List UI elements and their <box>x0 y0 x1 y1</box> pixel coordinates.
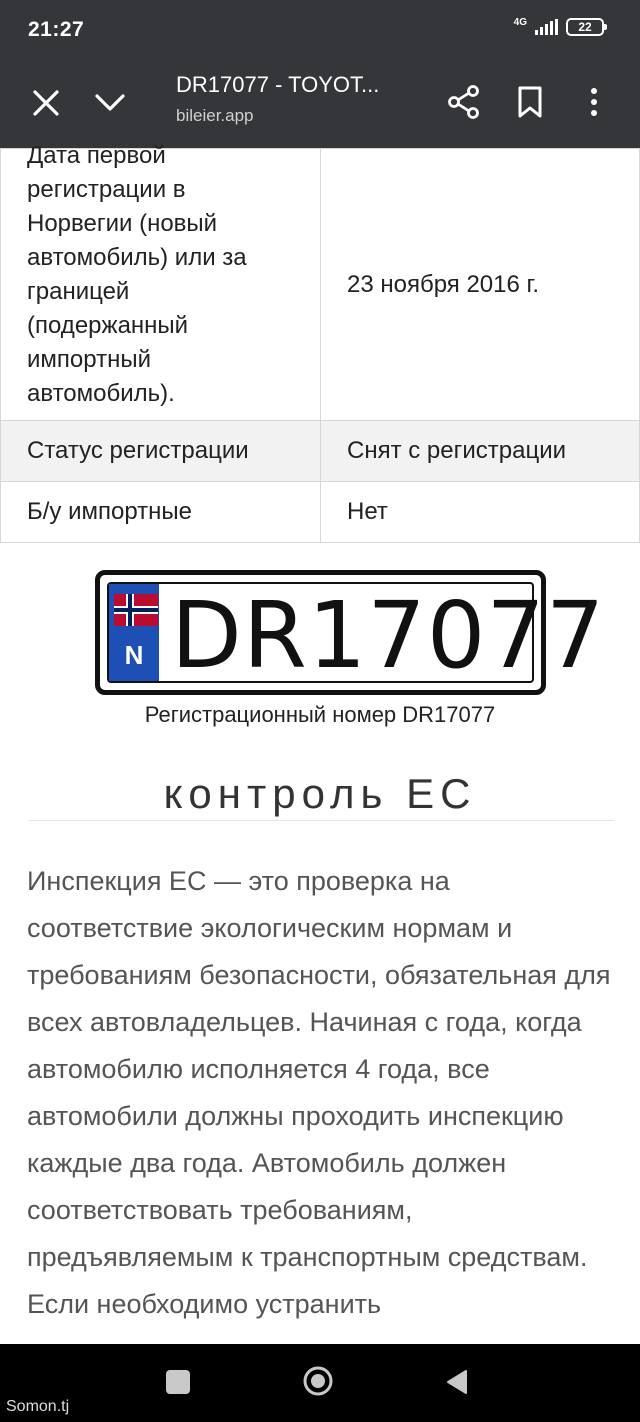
page-url: bileier.app <box>176 106 254 125</box>
table-cell-label: Б/у импортные <box>0 481 321 543</box>
battery-level: 22 <box>578 20 592 34</box>
signal-icon <box>535 19 558 35</box>
status-bar: 21:27 4G 22 <box>0 0 640 58</box>
table-cell-label: Дата первой регистрации в Норвегии (новы… <box>0 142 321 421</box>
table-cell-value: 23 ноября 2016 г. <box>320 148 640 421</box>
watermark: Somon.tj <box>6 1398 70 1415</box>
bookmark-icon[interactable] <box>512 82 548 122</box>
chevron-down-icon[interactable] <box>88 83 132 123</box>
table-cell-value: Нет <box>320 481 640 543</box>
browser-toolbar: DR17077 - TOYOT... bileier.app <box>0 58 640 148</box>
norway-flag-icon <box>114 594 158 626</box>
content-clip: Инспекция ЕС — это проверка на соответст… <box>0 858 640 1344</box>
network-type: 4G <box>513 17 527 28</box>
section-heading: контроль ЕС <box>163 770 477 817</box>
table-row: Дата первой регистрации в Норвегии (новы… <box>0 142 640 421</box>
plate-country-band: N <box>109 584 159 681</box>
license-plate: N DR17077 <box>95 570 604 695</box>
page-title: DR17077 - TOYOT... <box>176 72 380 97</box>
close-icon[interactable] <box>26 83 66 123</box>
recents-icon[interactable] <box>166 1370 190 1394</box>
divider <box>28 820 614 821</box>
table-cell-label-text: Дата первой регистрации в Норвегии (новы… <box>27 142 247 407</box>
home-icon[interactable] <box>302 1365 334 1397</box>
section-paragraph: Инспекция ЕС — это проверка на соответст… <box>27 866 611 1319</box>
plate-number: DR17077 <box>171 582 606 689</box>
table-row: Статус регистрации Снят с регистрации <box>0 420 640 482</box>
more-vert-icon[interactable] <box>580 82 608 122</box>
status-time: 21:27 <box>28 18 85 41</box>
status-indicators: 4G 22 <box>513 17 607 36</box>
plate-caption: Регистрационный номер DR17077 <box>144 702 496 727</box>
vehicle-info-table: Дата первой регистрации в Норвегии (новы… <box>0 142 640 543</box>
plate-country-code: N <box>124 640 144 670</box>
back-icon[interactable] <box>444 1368 470 1396</box>
system-nav-bar <box>0 1344 640 1422</box>
table-cell-label: Статус регистрации <box>0 420 321 482</box>
toolbar-title-area[interactable]: DR17077 - TOYOT... bileier.app <box>176 72 406 126</box>
battery-icon: 22 <box>566 18 607 36</box>
table-cell-value: Снят с регистрации <box>320 420 640 482</box>
share-icon[interactable] <box>444 82 484 122</box>
table-row: Б/у импортные Нет <box>0 481 640 543</box>
